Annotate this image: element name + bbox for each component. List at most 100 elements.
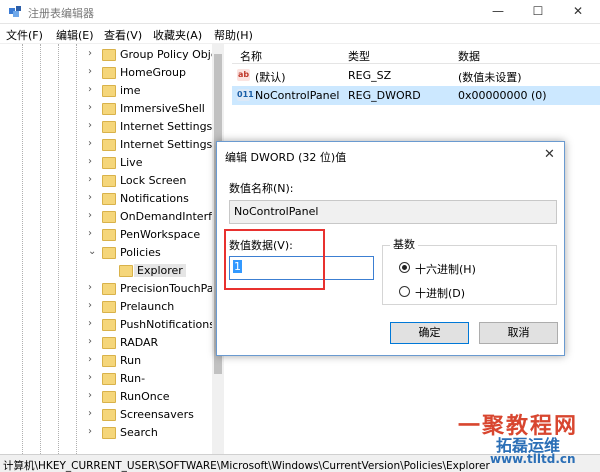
chevron-right-icon[interactable]: › [88, 192, 92, 203]
tree-item-internet-settings[interactable]: › Internet Settings [0, 118, 212, 136]
string-value-icon: ab [237, 69, 250, 81]
value-type: REG_SZ [348, 69, 392, 82]
tree-item-label: Notifications [120, 192, 189, 205]
tree-item-internet-settings-w[interactable]: › Internet SettingsW [0, 136, 215, 154]
tree-item-immersiveshell[interactable]: › ImmersiveShell [0, 100, 212, 118]
ok-button[interactable]: 确定 [390, 322, 469, 344]
tree-item-label: Screensavers [120, 408, 194, 421]
chevron-right-icon[interactable]: › [88, 156, 92, 167]
tree-item-screensavers[interactable]: › Screensavers [0, 406, 212, 424]
cancel-button[interactable]: 取消 [479, 322, 558, 344]
folder-icon [102, 157, 116, 169]
chevron-right-icon[interactable]: › [88, 48, 92, 59]
tree-item-label: Explorer [134, 264, 186, 277]
tree-item-radar[interactable]: › RADAR [0, 334, 212, 352]
tree-item-prelaunch[interactable]: › Prelaunch [0, 298, 212, 316]
tree-item-label: Live [120, 156, 143, 169]
tree-item-label: ime [120, 84, 141, 97]
chevron-right-icon[interactable]: › [88, 336, 92, 347]
folder-icon [102, 301, 116, 313]
value-type: REG_DWORD [348, 89, 421, 102]
folder-icon [102, 229, 116, 241]
close-icon[interactable]: ✕ [544, 147, 555, 162]
chevron-right-icon[interactable]: › [88, 138, 92, 149]
menu-help[interactable]: 帮助(H) [214, 27, 253, 43]
chevron-right-icon[interactable]: › [88, 282, 92, 293]
dialog-title: 编辑 DWORD (32 位)值 [225, 151, 347, 164]
tree-item-policies[interactable]: ⌄ Policies [0, 244, 212, 262]
registry-tree[interactable]: › Group Policy Obje › HomeGroup › ime › Imme… [0, 44, 216, 454]
folder-icon [102, 409, 116, 421]
tree-item-ondemandinterface[interactable]: › OnDemandInterfa [0, 208, 215, 226]
chevron-right-icon[interactable]: › [88, 408, 92, 419]
menu-favorites[interactable]: 收藏夹(A) [153, 27, 202, 43]
tree-item-run-minus[interactable]: › Run- [0, 370, 212, 388]
chevron-right-icon[interactable]: › [88, 174, 92, 185]
chevron-right-icon[interactable]: › [88, 228, 92, 239]
chevron-right-icon[interactable]: › [88, 66, 92, 77]
chevron-right-icon[interactable]: › [88, 354, 92, 365]
close-window-button[interactable]: ✕ [558, 0, 598, 24]
folder-icon [102, 355, 116, 367]
tree-item-notifications[interactable]: › Notifications [0, 190, 212, 208]
value-name: (默认) [255, 71, 286, 84]
chevron-right-icon[interactable]: › [88, 372, 92, 383]
radio-hexadecimal[interactable] [399, 262, 410, 273]
watermark-url: www.tlltd.cn [490, 452, 576, 466]
chevron-right-icon[interactable]: › [88, 426, 92, 437]
tree-item-runonce[interactable]: › RunOnce [0, 388, 212, 406]
chevron-right-icon[interactable]: › [88, 318, 92, 329]
tree-item-run[interactable]: › Run [0, 352, 212, 370]
chevron-right-icon[interactable]: › [88, 300, 92, 311]
tree-item-penworkspace[interactable]: › PenWorkspace [0, 226, 212, 244]
tree-item-label: Prelaunch [120, 300, 175, 313]
chevron-right-icon[interactable]: › [88, 102, 92, 113]
menu-file[interactable]: 文件(F) [6, 27, 43, 43]
chevron-right-icon[interactable]: › [88, 390, 92, 401]
radio-decimal-label[interactable]: 十进制(D) [415, 285, 465, 301]
chevron-right-icon[interactable]: › [88, 120, 92, 131]
tree-item-lock-screen[interactable]: › Lock Screen [0, 172, 212, 190]
folder-icon [102, 193, 116, 205]
highlight-annotation-box [224, 229, 325, 290]
menu-view[interactable]: 查看(V) [104, 27, 142, 43]
folder-icon [102, 67, 116, 79]
title-bar: 注册表编辑器 — ☐ ✕ [0, 0, 600, 24]
value-name: NoControlPanel [255, 89, 340, 102]
tree-item-label: Run- [120, 372, 146, 385]
tree-item-live[interactable]: › Live [0, 154, 212, 172]
window-title: 注册表编辑器 [28, 7, 94, 20]
folder-icon [102, 175, 116, 187]
chevron-right-icon[interactable]: › [88, 84, 92, 95]
column-header-type[interactable]: 类型 [348, 48, 370, 64]
menu-edit[interactable]: 编辑(E) [56, 27, 94, 43]
tree-item-homegroup[interactable]: › HomeGroup [0, 64, 212, 82]
chevron-down-icon[interactable]: ⌄ [88, 246, 96, 257]
folder-icon [102, 337, 116, 349]
tree-item-search[interactable]: › Search [0, 424, 212, 442]
tree-item-group-policy-objects[interactable]: › Group Policy Obje [0, 46, 215, 64]
tree-item-explorer[interactable]: Explorer [0, 262, 212, 280]
dword-value-icon: 011 [237, 89, 254, 101]
registry-path: 计算机\HKEY_CURRENT_USER\SOFTWARE\Microsoft… [3, 460, 490, 472]
table-row[interactable]: 011 NoControlPanel REG_DWORD 0x00000000 … [232, 86, 600, 105]
folder-icon [102, 139, 116, 151]
tree-item-label: RunOnce [120, 390, 170, 403]
minimize-button[interactable]: — [478, 0, 518, 24]
folder-icon [102, 391, 116, 403]
maximize-button[interactable]: ☐ [518, 0, 558, 24]
tree-item-precisiontouchpad[interactable]: › PrecisionTouchPa [0, 280, 214, 298]
radio-decimal[interactable] [399, 286, 410, 297]
column-header-name[interactable]: 名称 [240, 48, 262, 64]
value-data: (数值未设置) [458, 71, 522, 84]
chevron-right-icon[interactable]: › [88, 210, 92, 221]
tree-item-label: Group Policy Obje [120, 48, 216, 61]
tree-item-pushnotifications[interactable]: › PushNotifications [0, 316, 215, 334]
folder-icon [102, 283, 116, 295]
radio-hexadecimal-label[interactable]: 十六进制(H) [415, 261, 476, 277]
column-header-data[interactable]: 数据 [458, 48, 480, 64]
folder-icon [102, 121, 116, 133]
table-row[interactable]: ab (默认) REG_SZ (数值未设置) [232, 66, 600, 85]
tree-item-label: Lock Screen [120, 174, 187, 187]
tree-item-ime[interactable]: › ime [0, 82, 212, 100]
